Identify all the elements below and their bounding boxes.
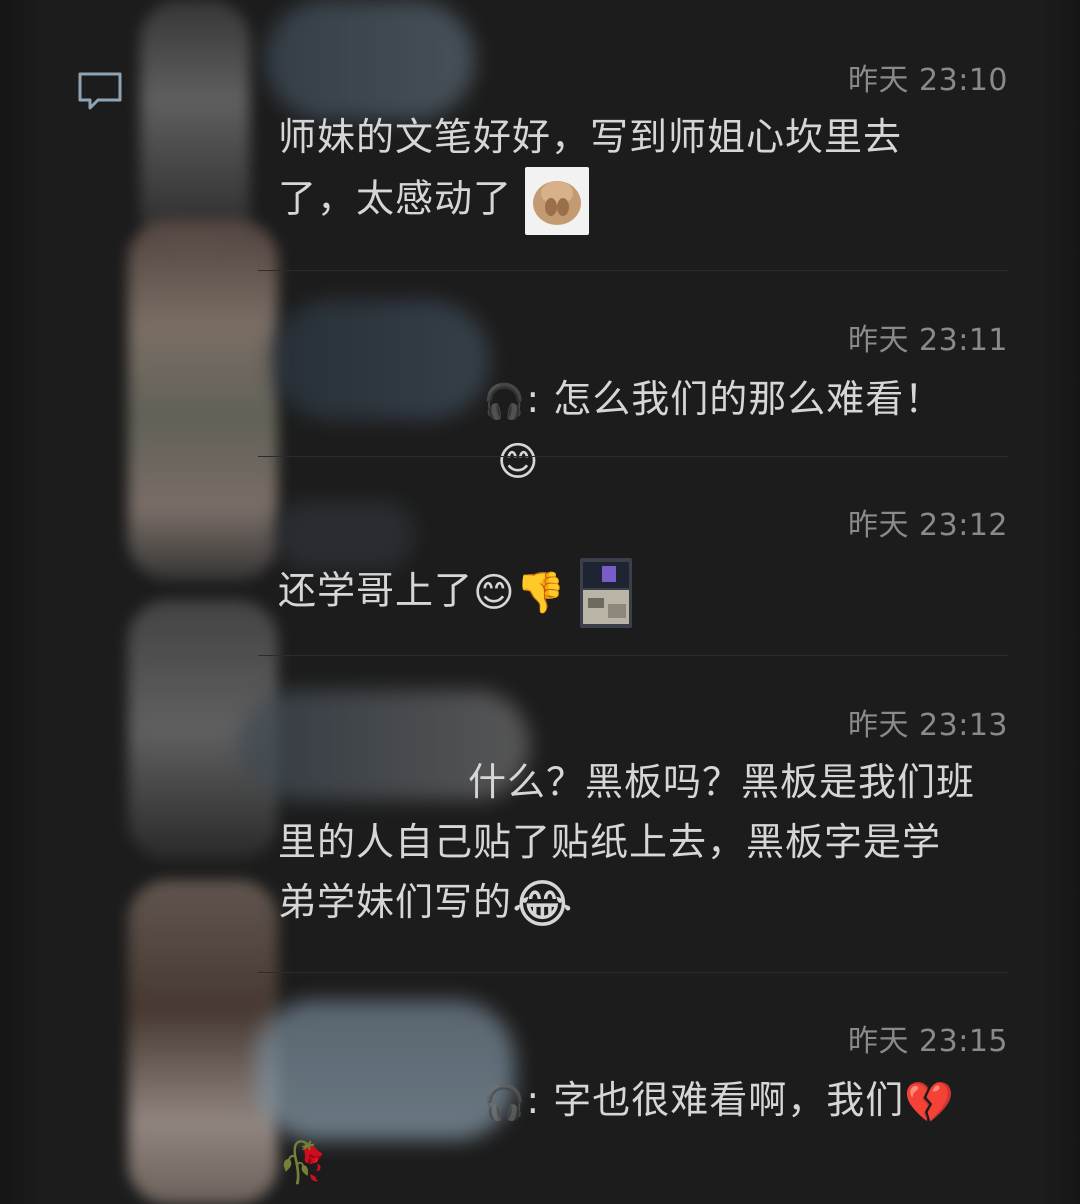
comment-text-segment: : 怎么我们的那么难看！ xyxy=(526,377,944,421)
comment-text-segment: : 字也很难看啊，我们 xyxy=(526,1078,905,1122)
broken-heart-emoji: 💔 xyxy=(904,1079,956,1126)
comment-text-line: 了，太感动了 xyxy=(278,167,902,235)
avatar-redacted xyxy=(128,220,278,580)
photo-thumbnail[interactable] xyxy=(579,558,632,628)
comment-item[interactable]: 昨天 23:10 师妹的文笔好好，写到师姐心坎里去 了，太感动了 xyxy=(278,55,1008,255)
comment-text-line: 师妹的文笔好好，写到师姐心坎里去 xyxy=(278,115,903,159)
comment-timestamp: 昨天 23:12 xyxy=(848,508,1008,543)
sticker-image[interactable] xyxy=(525,167,590,235)
avatar-redacted xyxy=(140,0,250,250)
comment-text: 🎧: 怎么我们的那么难看！ 😊 xyxy=(483,369,1008,489)
comment-item[interactable]: 昨天 23:15 🎧: 字也很难看啊，我们💔 🥀 xyxy=(278,1016,1008,1204)
comment-item[interactable]: 昨天 23:13 什么？黑板吗？黑板是我们班 里的人自己贴了贴纸上去，黑板字是学… xyxy=(278,700,1008,940)
comment-bubble-icon[interactable] xyxy=(76,70,124,112)
wilted-flower-emoji: 🥀 xyxy=(278,1139,329,1186)
divider xyxy=(258,270,1008,271)
comment-text-segment: 弟学妹们写的 xyxy=(278,880,513,924)
smile-emoji: 😊 xyxy=(473,570,516,616)
comment-timestamp: 昨天 23:10 xyxy=(848,63,1008,98)
comment-item[interactable]: 昨天 23:11 🎧: 怎么我们的那么难看！ 😊 xyxy=(278,315,1008,484)
divider xyxy=(258,972,1008,973)
comment-text-line: 里的人自己贴了贴纸上去，黑板字是学 xyxy=(278,820,942,864)
comment-timestamp: 昨天 23:11 xyxy=(848,323,1008,358)
avatar-redacted xyxy=(128,880,278,1204)
headset-icon: 🎧 xyxy=(483,1082,527,1123)
laugh-cry-emoji: 😂 xyxy=(512,874,574,935)
comment-text-line: 弟学妹们写的😂 xyxy=(278,872,975,935)
headset-icon: 🎧 xyxy=(483,381,527,422)
thumbs-down-emoji: 👎 xyxy=(515,570,567,616)
comment-timestamp: 昨天 23:13 xyxy=(848,708,1008,743)
comment-text-line: 🎧: 字也很难看啊，我们💔 xyxy=(278,1070,1008,1130)
divider xyxy=(258,655,1008,656)
divider xyxy=(258,456,1008,457)
comment-text-segment: 了，太感动了 xyxy=(278,176,513,221)
comment-text: 什么？黑板吗？黑板是我们班 里的人自己贴了贴纸上去，黑板字是学 弟学妹们写的😂 xyxy=(278,752,975,935)
comment-text: 还学哥上了😊👎 xyxy=(278,558,632,628)
comment-text: 师妹的文笔好好，写到师姐心坎里去 了，太感动了 xyxy=(278,107,902,235)
smile-emoji: 😊 xyxy=(497,438,540,485)
comment-text-line: 🥀 xyxy=(278,1130,1008,1190)
comment-timestamp: 昨天 23:15 xyxy=(848,1024,1008,1059)
comment-text: 🎧: 字也很难看啊，我们💔 🥀 xyxy=(278,1070,1008,1190)
comment-text-line: 什么？黑板吗？黑板是我们班 xyxy=(468,760,976,804)
comment-item[interactable]: 昨天 23:12 还学哥上了😊👎 xyxy=(278,500,1008,640)
comment-text-segment: 还学哥上了 xyxy=(278,568,474,613)
comments-screen: 昨天 23:10 师妹的文笔好好，写到师姐心坎里去 了，太感动了 昨天 23:1… xyxy=(0,0,1080,1204)
